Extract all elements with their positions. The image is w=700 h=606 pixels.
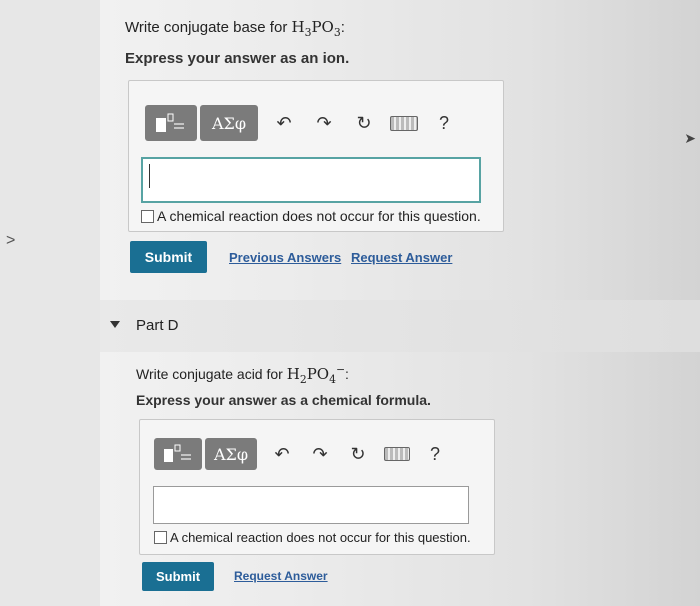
partd-header-band xyxy=(100,300,700,352)
chevron-right-icon[interactable]: > xyxy=(6,232,15,250)
undo-icon[interactable]: ↶ xyxy=(263,444,301,465)
partd-no-reaction-checkbox[interactable] xyxy=(154,531,167,544)
partd-submit-button[interactable]: Submit xyxy=(142,562,214,591)
partc-question-text: Write conjugate base for xyxy=(125,19,288,36)
template-button[interactable] xyxy=(145,105,197,141)
greek-symbols-button[interactable]: ΑΣφ xyxy=(205,438,257,470)
template-icon xyxy=(164,444,191,462)
keyboard-icon[interactable] xyxy=(377,447,417,461)
redo-icon[interactable]: ↷ xyxy=(304,113,344,134)
previous-answers-link[interactable]: Previous Answers xyxy=(229,250,341,265)
partd-toolbar: ΑΣφ ↶ ↷ ↻ ? xyxy=(154,438,453,470)
partd-answer-panel: ΑΣφ ↶ ↷ ↻ ? A chemical reaction does not… xyxy=(139,419,495,555)
partc-answer-panel: ΑΣφ ↶ ↷ ↻ ? A chemical reaction does not… xyxy=(128,80,504,232)
partc-answer-input[interactable] xyxy=(141,157,481,203)
partd-formula: H2PO4− xyxy=(286,363,345,386)
keyboard-icon[interactable] xyxy=(384,115,424,131)
partc-no-reaction-row[interactable]: A chemical reaction does not occur for t… xyxy=(141,208,481,224)
partd-no-reaction-label: A chemical reaction does not occur for t… xyxy=(170,530,471,545)
partd-no-reaction-row[interactable]: A chemical reaction does not occur for t… xyxy=(154,530,471,545)
pointer-arrow-icon: ➤ xyxy=(684,130,696,146)
partc-instruction: Express your answer as an ion. xyxy=(125,50,350,67)
partd-answer-input[interactable] xyxy=(153,486,469,524)
partc-toolbar: ΑΣφ ↶ ↷ ↻ ? xyxy=(145,105,464,141)
partc-no-reaction-checkbox[interactable] xyxy=(141,209,154,223)
partd-question: Write conjugate acid for H2PO4−: xyxy=(136,363,349,386)
partc-submit-button[interactable]: Submit xyxy=(130,241,207,273)
partd-request-answer-link[interactable]: Request Answer xyxy=(234,569,328,583)
undo-icon[interactable]: ↶ xyxy=(264,113,304,134)
greek-symbols-button[interactable]: ΑΣφ xyxy=(200,105,258,141)
template-button[interactable] xyxy=(154,438,202,470)
redo-icon[interactable]: ↷ xyxy=(301,444,339,465)
partd-instruction: Express your answer as a chemical formul… xyxy=(136,392,431,408)
partc-request-answer-link[interactable]: Request Answer xyxy=(351,250,452,265)
partd-question-text: Write conjugate acid for xyxy=(136,366,283,382)
partc-no-reaction-label: A chemical reaction does not occur for t… xyxy=(157,208,481,224)
help-icon[interactable]: ? xyxy=(424,113,464,134)
partd-title[interactable]: Part D xyxy=(136,317,179,334)
reset-icon[interactable]: ↻ xyxy=(339,444,377,465)
partc-formula: H3PO3 xyxy=(291,18,341,39)
left-margin xyxy=(0,0,100,606)
reset-icon[interactable]: ↻ xyxy=(344,113,384,134)
collapse-triangle-icon[interactable] xyxy=(110,321,120,328)
partc-question: Write conjugate base for H3PO3: xyxy=(125,18,345,39)
help-icon[interactable]: ? xyxy=(417,444,453,465)
template-icon xyxy=(156,113,184,132)
